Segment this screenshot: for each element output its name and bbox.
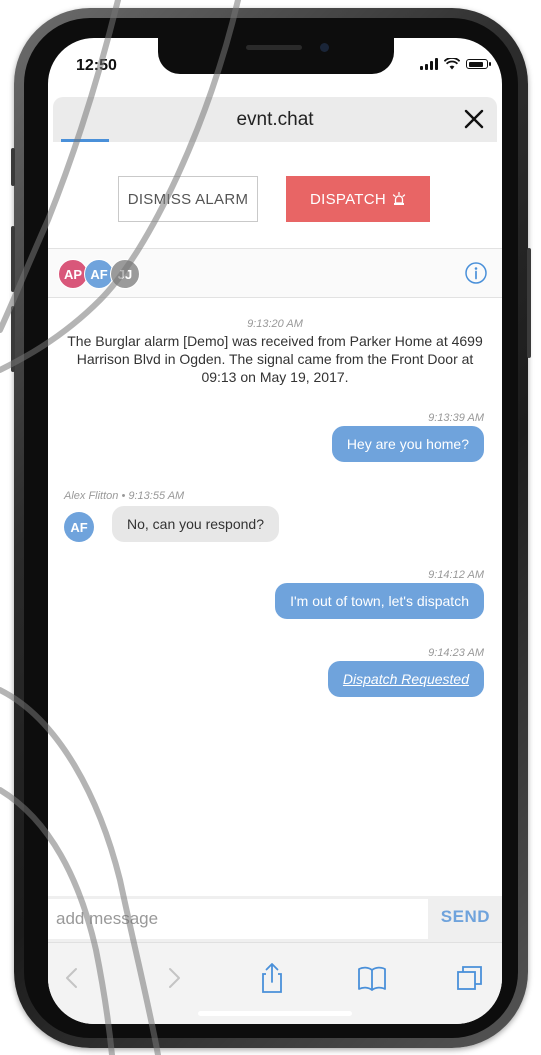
dismiss-alarm-label: DISMISS ALARM xyxy=(127,190,249,208)
dispatch-requested-message[interactable]: Dispatch Requested xyxy=(327,661,484,697)
avatar[interactable]: AF xyxy=(64,512,94,542)
tabs-icon[interactable] xyxy=(453,961,487,995)
message-text: No, can you respond? xyxy=(127,516,264,532)
message-sender-meta: Alex Flitton • 9:13:55 AM xyxy=(64,490,185,502)
earpiece xyxy=(246,45,302,50)
volume-up-button xyxy=(11,226,15,292)
power-button xyxy=(527,248,531,358)
phone-screen: 12:50 evnt.chat DISMISS ALARM DISPATCH A… xyxy=(48,38,502,1024)
signal-icon xyxy=(420,58,438,70)
home-indicator[interactable] xyxy=(198,1011,352,1016)
participants-bar: AP AF JJ xyxy=(48,248,502,298)
status-time: 12:50 xyxy=(76,57,117,74)
forward-icon[interactable] xyxy=(156,961,190,995)
message-timestamp: 9:13:20 AM xyxy=(247,318,303,330)
message-text: I'm out of town, let's dispatch xyxy=(290,593,469,609)
dispatch-requested-link[interactable]: Dispatch Requested xyxy=(343,671,469,687)
header-title: evnt.chat xyxy=(236,109,314,130)
alarm-icon xyxy=(392,192,406,205)
message-timestamp: 9:14:23 AM xyxy=(428,647,484,659)
share-icon[interactable] xyxy=(255,961,289,995)
alarm-actions: DISMISS ALARM DISPATCH xyxy=(48,142,502,248)
outgoing-message[interactable]: Hey are you home? xyxy=(331,426,484,462)
close-icon[interactable] xyxy=(459,104,489,134)
message-text: Hey are you home? xyxy=(346,436,469,452)
volume-down-button xyxy=(11,306,15,372)
avatar[interactable]: JJ xyxy=(110,259,140,289)
dispatch-button[interactable]: DISPATCH xyxy=(286,176,430,222)
message-timestamp: 9:13:39 AM xyxy=(428,412,484,424)
front-camera xyxy=(320,43,329,52)
outgoing-message[interactable]: I'm out of town, let's dispatch xyxy=(275,583,484,619)
bookmarks-icon[interactable] xyxy=(355,961,389,995)
notch xyxy=(158,38,394,74)
dispatch-label: DISPATCH xyxy=(309,190,386,208)
status-icons xyxy=(420,58,491,70)
message-list[interactable]: 9:13:20 AM The Burglar alarm [Demo] was … xyxy=(48,298,502,896)
message-input[interactable] xyxy=(48,899,428,939)
back-icon[interactable] xyxy=(56,961,90,995)
battery-icon xyxy=(466,59,491,69)
browser-toolbar xyxy=(48,942,502,1024)
send-button[interactable]: SEND xyxy=(441,907,490,927)
incoming-message[interactable]: No, can you respond? xyxy=(112,506,279,542)
message-composer: SEND xyxy=(48,896,502,942)
dismiss-alarm-button[interactable]: DISMISS ALARM xyxy=(118,176,258,222)
silent-switch xyxy=(11,148,15,186)
system-alarm-message: The Burglar alarm [Demo] was received fr… xyxy=(67,333,483,385)
chat-header: evnt.chat xyxy=(53,97,497,142)
wifi-icon xyxy=(444,58,460,70)
info-icon[interactable] xyxy=(464,261,488,285)
message-timestamp: 9:14:12 AM xyxy=(428,569,484,581)
